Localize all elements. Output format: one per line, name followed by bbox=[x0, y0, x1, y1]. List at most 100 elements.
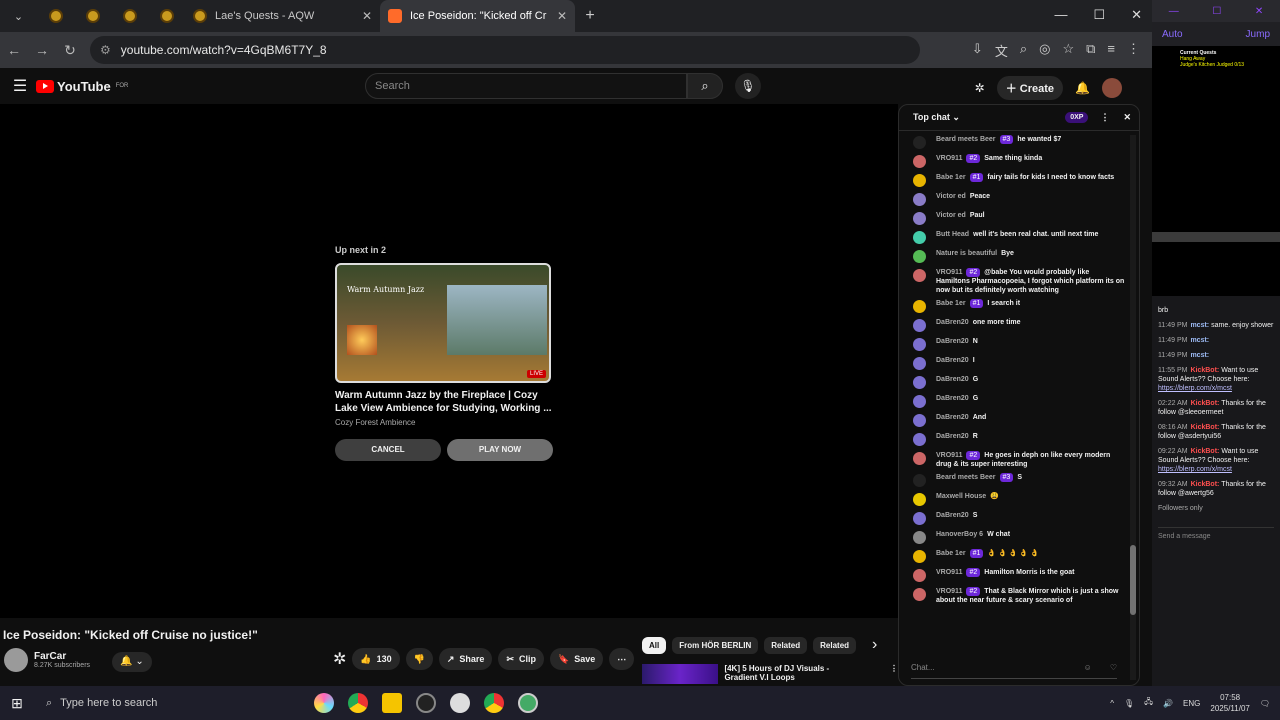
chevron-right-icon[interactable]: › bbox=[872, 636, 877, 654]
translate-icon[interactable]: 文 bbox=[995, 41, 1008, 60]
chat-avatar[interactable] bbox=[913, 357, 926, 370]
chat-author[interactable]: Maxwell House bbox=[936, 493, 986, 500]
more-actions-button[interactable]: ⋯ bbox=[609, 648, 635, 670]
chip-all[interactable]: All bbox=[642, 636, 667, 654]
notifications-bell-icon[interactable]: 🔔 bbox=[1075, 81, 1090, 95]
chat-author[interactable]: Victor ed bbox=[936, 193, 966, 200]
chat-scrollbar[interactable] bbox=[1130, 135, 1136, 680]
chat-avatar[interactable] bbox=[913, 136, 926, 149]
file-explorer-icon[interactable] bbox=[382, 693, 402, 713]
maximize-icon[interactable]: ☐ bbox=[1212, 6, 1221, 17]
chat-avatar[interactable] bbox=[913, 300, 926, 313]
message-user[interactable]: KickBot: bbox=[1191, 481, 1220, 488]
windows-start-icon[interactable]: ⊞ bbox=[0, 695, 34, 712]
network-icon[interactable]: 🖧 bbox=[1144, 696, 1153, 710]
create-button[interactable]: ＋ Create bbox=[996, 76, 1064, 100]
back-icon[interactable]: ← bbox=[0, 42, 28, 58]
chip-from-channel[interactable]: From HÖR BERLIN bbox=[672, 636, 759, 654]
chat-avatar[interactable] bbox=[913, 414, 926, 427]
app-icon[interactable] bbox=[518, 693, 538, 713]
chat-author[interactable]: DaBren20 bbox=[936, 512, 969, 519]
share-button[interactable]: ↗ Share bbox=[438, 648, 493, 670]
url-field[interactable]: ⚙ youtube.com/watch?v=4GqBM6T7Y_8 bbox=[90, 36, 920, 64]
send-message-input[interactable]: Send a message bbox=[1158, 527, 1274, 541]
chat-author[interactable]: Victor ed bbox=[936, 212, 966, 219]
chat-avatar[interactable] bbox=[913, 193, 926, 206]
chat-avatar[interactable] bbox=[913, 452, 926, 465]
search-icon[interactable]: ⌕ bbox=[687, 73, 723, 99]
message-user[interactable]: KickBot: bbox=[1191, 448, 1220, 455]
chat-avatar[interactable] bbox=[913, 376, 926, 389]
media-icon[interactable]: ≡ bbox=[1107, 41, 1115, 60]
maximize-icon[interactable]: ☐ bbox=[1093, 7, 1105, 23]
chat-avatar[interactable] bbox=[913, 250, 926, 263]
chat-author[interactable]: VRO911 bbox=[936, 155, 962, 162]
chat-scroll-thumb[interactable] bbox=[1130, 545, 1136, 615]
message-link[interactable]: https://blerp.com/x/mcst bbox=[1158, 385, 1232, 392]
tab-aqw-1[interactable] bbox=[37, 0, 74, 32]
chat-author[interactable]: Babe 1er bbox=[936, 550, 966, 557]
mini-game-view[interactable]: Current Quests Hang Away Judge's Kitchen… bbox=[1152, 46, 1280, 296]
xp-badge[interactable]: 0XP bbox=[1065, 112, 1089, 123]
chat-author[interactable]: DaBren20 bbox=[936, 376, 969, 383]
chat-menu-icon[interactable]: ⋮ bbox=[1100, 112, 1109, 123]
extension-gear-icon[interactable]: ✲ bbox=[333, 649, 346, 669]
chrome-icon[interactable] bbox=[348, 693, 368, 713]
account-avatar[interactable] bbox=[1102, 78, 1122, 98]
chat-author[interactable]: Beard meets Beer bbox=[936, 136, 996, 143]
chat-author[interactable]: HanoverBoy 6 bbox=[936, 531, 983, 538]
like-button[interactable]: 👍 130 bbox=[352, 648, 400, 670]
message-user[interactable]: KickBot: bbox=[1190, 367, 1219, 374]
channel-avatar[interactable] bbox=[4, 648, 28, 672]
minimize-icon[interactable]: — bbox=[1054, 7, 1067, 23]
subscribe-bell-button[interactable]: 🔔 ⌄ bbox=[112, 652, 152, 672]
app-icon-copilot[interactable] bbox=[314, 693, 334, 713]
chat-avatar[interactable] bbox=[913, 550, 926, 563]
chevron-up-icon[interactable]: ^ bbox=[1110, 699, 1114, 708]
site-info-icon[interactable]: ⚙ bbox=[100, 43, 111, 57]
tab-aqw-2[interactable] bbox=[74, 0, 111, 32]
chat-avatar[interactable] bbox=[913, 474, 926, 487]
microphone-icon[interactable]: 🎙 bbox=[735, 73, 761, 99]
video-player[interactable]: Up next in 2 Warm Autumn Jazz LIVE Warm … bbox=[0, 104, 898, 618]
install-icon[interactable]: ⇩ bbox=[972, 41, 983, 60]
forward-icon[interactable]: → bbox=[28, 42, 56, 58]
chat-avatar[interactable] bbox=[913, 493, 926, 506]
message-user[interactable]: KickBot: bbox=[1191, 400, 1220, 407]
chat-mode-dropdown[interactable]: Top chat ⌄ bbox=[913, 112, 960, 123]
close-tab-icon[interactable]: ✕ bbox=[362, 9, 372, 23]
chat-avatar[interactable] bbox=[913, 231, 926, 244]
youtube-logo[interactable]: YouTube FOR bbox=[36, 79, 128, 94]
chat-avatar[interactable] bbox=[913, 395, 926, 408]
browser-menu-icon[interactable]: ⋮ bbox=[1127, 41, 1140, 60]
jump-button[interactable]: Jump bbox=[1246, 29, 1270, 40]
search-input[interactable]: Search bbox=[365, 73, 687, 99]
chat-author[interactable]: DaBren20 bbox=[936, 319, 969, 326]
extensions-puzzle-icon[interactable]: ⧉ bbox=[1086, 41, 1095, 60]
chat-author[interactable]: Butt Head bbox=[936, 231, 969, 238]
reload-icon[interactable]: ↻ bbox=[56, 42, 84, 59]
chat-avatar[interactable] bbox=[913, 531, 926, 544]
chat-input[interactable]: Chat... ☺ ♡ bbox=[911, 657, 1117, 679]
chat-author[interactable]: Babe 1er bbox=[936, 174, 966, 181]
game-hotbar[interactable] bbox=[1152, 232, 1280, 242]
taskbar-search[interactable]: ⌕ Type here to search bbox=[34, 686, 224, 720]
chat-author[interactable]: Nature is beautiful bbox=[936, 250, 997, 257]
next-video-title[interactable]: Warm Autumn Jazz by the Fireplace | Cozy… bbox=[335, 389, 555, 415]
chat-avatar[interactable] bbox=[913, 569, 926, 582]
tab-list-dropdown[interactable]: ⌄ bbox=[0, 0, 37, 32]
message-user[interactable]: mcst: bbox=[1190, 322, 1209, 329]
steam-icon[interactable] bbox=[416, 693, 436, 713]
next-video-thumbnail[interactable]: Warm Autumn Jazz LIVE bbox=[335, 263, 551, 383]
chat-author[interactable]: DaBren20 bbox=[936, 357, 969, 364]
chip-related[interactable]: Related bbox=[764, 636, 808, 654]
chat-avatar[interactable] bbox=[913, 338, 926, 351]
chat-author[interactable]: DaBren20 bbox=[936, 395, 969, 402]
volume-icon[interactable]: 🔊 bbox=[1163, 699, 1173, 708]
chat-author[interactable]: VRO911 bbox=[936, 269, 962, 276]
chat-avatar[interactable] bbox=[913, 212, 926, 225]
language-indicator[interactable]: ENG bbox=[1183, 699, 1200, 708]
clock[interactable]: 07:58 2025/11/07 bbox=[1210, 692, 1249, 714]
chat-author[interactable]: DaBren20 bbox=[936, 414, 969, 421]
chat-avatar[interactable] bbox=[913, 433, 926, 446]
